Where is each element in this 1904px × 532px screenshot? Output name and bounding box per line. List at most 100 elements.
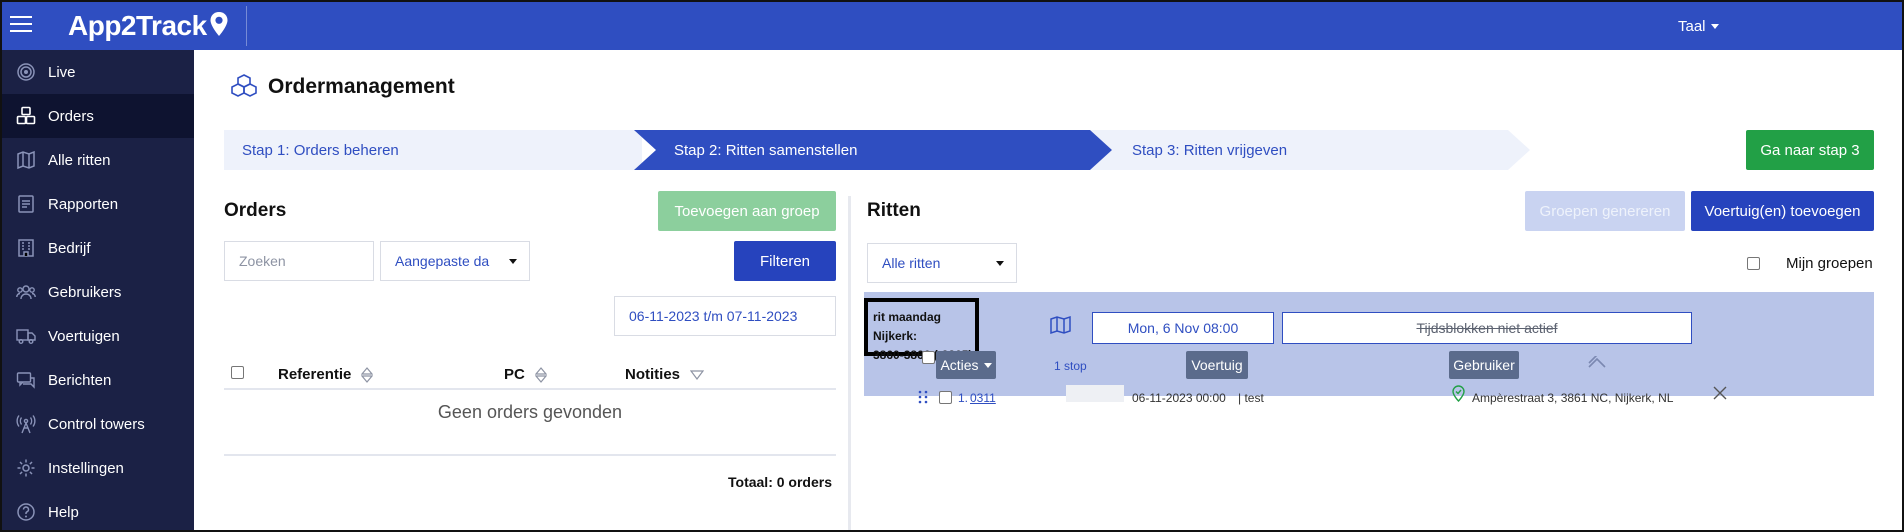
orders-total: Totaal: 0 orders [728,474,832,490]
sidebar: Live Orders Alle ritten Rapporten Bedrij… [2,50,194,530]
sidebar-item-gebruikers[interactable]: Gebruikers [2,270,194,314]
gear-icon [16,458,36,478]
orders-icon [16,106,36,126]
date-range-input[interactable]: 06-11-2023 t/m 07-11-2023 [614,296,836,336]
sidebar-item-alle-ritten[interactable]: Alle ritten [2,138,194,182]
sidebar-item-label: Live [48,63,76,81]
boxes-icon [231,74,257,97]
chevron-up-icon[interactable] [1588,356,1606,368]
reports-icon [16,194,36,214]
step-label: Stap 1: Orders beheren [242,141,399,159]
sidebar-item-instellingen[interactable]: Instellingen [2,446,194,490]
language-menu[interactable]: Taal [1678,18,1719,35]
chevron-down-icon [983,362,992,368]
map-icon[interactable] [1050,315,1072,335]
actions-button[interactable]: Acties [936,351,996,379]
sidebar-item-label: Instellingen [48,459,124,477]
date-filter-value: Aangepaste da [395,253,490,269]
sort-icon [361,366,374,383]
table-footer-divider [224,454,836,456]
stop-datetime: 06-11-2023 00:00 [1132,391,1226,405]
sidebar-item-label: Berichten [48,371,112,389]
drag-handle-icon[interactable] [918,390,928,404]
sidebar-item-bedrijf[interactable]: Bedrijf [2,226,194,270]
empty-orders-message: Geen orders gevonden [437,402,623,422]
close-icon[interactable] [1713,386,1727,400]
app-name: App2Track [68,10,207,41]
next-step-button[interactable]: Ga naar stap 3 [1746,130,1874,170]
user-button[interactable]: Gebruiker [1449,351,1519,379]
time-blocks-label: Tijdsblokken niet actief [1416,320,1558,336]
sidebar-item-label: Gebruikers [48,283,122,301]
top-divider [246,6,247,46]
sort-down-icon [690,369,705,380]
column-notities[interactable]: Notities [625,366,705,383]
stepper: Stap 1: Orders beheren Stap 3: Ritten vr… [224,130,1534,170]
column-referentie[interactable]: Referentie [278,366,374,383]
sidebar-item-voertuigen[interactable]: Voertuigen [2,314,194,358]
generate-groups-button[interactable]: Groepen genereren [1525,191,1685,231]
ritten-filter-value: Alle ritten [882,255,941,271]
rit-name-line1: rit maandag Nijkerk: [873,310,942,343]
filter-button[interactable]: Filteren [734,241,836,281]
sidebar-item-live[interactable]: Live [2,50,194,94]
map-icon [16,150,36,170]
stop-row [864,400,1874,436]
rit-start-date-input[interactable]: Mon, 6 Nov 08:00 [1092,312,1274,344]
stop-checkbox[interactable] [939,391,952,404]
vehicle-button[interactable]: Voertuig [1186,351,1248,379]
sort-icon [534,366,547,383]
my-groups-checkbox[interactable] [1747,257,1760,270]
stop-placeholder-field [1066,385,1124,402]
add-vehicles-button[interactable]: Voertuig(en) toevoegen [1691,191,1874,231]
step-label: Stap 3: Ritten vrijgeven [1132,141,1288,159]
location-pin-icon [210,12,228,36]
stop-reference-link[interactable]: 0311 [970,391,996,405]
actions-label: Acties [940,357,979,373]
stop-address: Ampèrestraat 3, 3861 NC, Nijkerk, NL [1472,391,1674,405]
ritten-filter-select[interactable]: Alle ritten [867,243,1017,283]
menu-icon[interactable] [10,16,32,34]
step-label: Stap 2: Ritten samenstellen [674,141,858,159]
add-to-group-button[interactable]: Toevoegen aan groep [658,191,836,231]
time-blocks-field[interactable]: Tijdsblokken niet actief [1282,312,1692,344]
step-2[interactable]: Stap 2: Ritten samenstellen [634,130,1112,170]
truck-icon [16,326,36,346]
rit-name-box[interactable]: rit maandag Nijkerk: 3860-3866 (-3865) [864,298,979,362]
table-header-divider [224,388,836,390]
sidebar-item-rapporten[interactable]: Rapporten [2,182,194,226]
language-label: Taal [1678,18,1706,35]
sidebar-item-label: Help [48,503,79,521]
column-label: PC [504,366,525,383]
step-3[interactable]: Stap 3: Ritten vrijgeven [1090,130,1530,170]
sidebar-item-label: Control towers [48,415,145,433]
rit-card [864,292,1874,396]
app-logo[interactable]: App2Track [68,7,229,45]
location-check-icon [1452,385,1465,402]
main-content: Ordermanagement Stap 1: Orders beheren S… [194,50,1902,530]
step-1[interactable]: Stap 1: Orders beheren [224,130,642,170]
app-frame: App2Track Taal Live Orders Alle ritten R… [0,0,1904,532]
sidebar-item-orders[interactable]: Orders [2,94,194,138]
sidebar-item-label: Rapporten [48,195,119,213]
select-all-stops-checkbox[interactable] [922,351,935,364]
sidebar-item-help[interactable]: Help [2,490,194,530]
live-icon [16,62,36,82]
users-icon [16,282,36,302]
tower-icon [16,414,36,434]
chevron-down-icon [996,261,1004,266]
company-icon [16,238,36,258]
sidebar-item-berichten[interactable]: Berichten [2,358,194,402]
search-input[interactable]: Zoeken [224,241,374,281]
sidebar-item-control-towers[interactable]: Control towers [2,402,194,446]
date-filter-select[interactable]: Aangepaste da [380,241,530,281]
chevron-down-icon [1710,24,1719,29]
orders-title: Orders [224,200,287,221]
sidebar-item-label: Bedrijf [48,239,91,257]
stop-note: | test [1238,391,1264,405]
help-icon [16,502,36,522]
ritten-title: Ritten [867,200,921,221]
select-all-orders-checkbox[interactable] [231,366,244,379]
column-pc[interactable]: PC [504,366,547,383]
sidebar-item-label: Orders [48,107,94,125]
